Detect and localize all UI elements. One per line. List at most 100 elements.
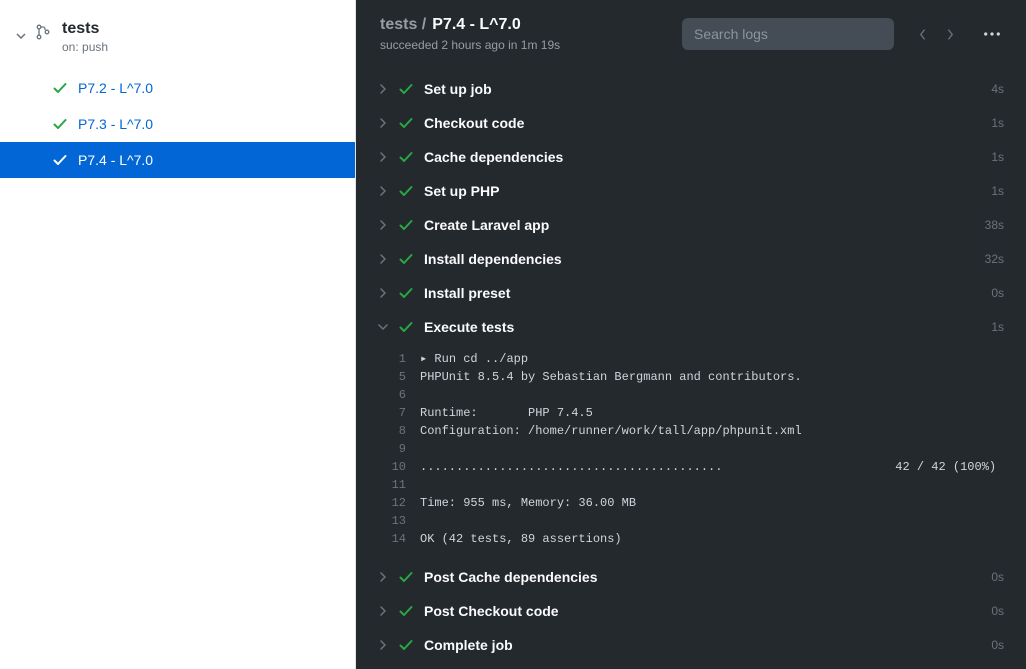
step-label: Install preset — [424, 285, 981, 301]
step-duration: 32s — [985, 252, 1004, 266]
chevron-right-icon — [378, 220, 388, 230]
workflow-trigger: on: push — [62, 40, 108, 54]
step-label: Cache dependencies — [424, 149, 981, 165]
status-text: succeeded 2 hours ago in 1m 19s — [380, 38, 560, 52]
log-line-text: ........................................… — [420, 458, 996, 476]
log-line-number: 6 — [378, 386, 420, 404]
step-duration: 1s — [991, 320, 1004, 334]
chevron-right-icon — [378, 254, 388, 264]
step-row[interactable]: Complete job 0s — [378, 628, 1004, 662]
next-match-button[interactable] — [938, 22, 962, 46]
step-label: Post Checkout code — [424, 603, 981, 619]
prev-match-button[interactable] — [910, 22, 934, 46]
main-panel: tests / P7.4 - L^7.0 succeeded 2 hours a… — [356, 0, 1026, 669]
step-label: Set up PHP — [424, 183, 981, 199]
step-row[interactable]: Execute tests 1s — [378, 310, 1004, 344]
log-line: 1▸ Run cd ../app — [378, 350, 1004, 368]
step-label: Checkout code — [424, 115, 981, 131]
check-icon — [398, 251, 414, 267]
log-line-number: 8 — [378, 422, 420, 440]
step-row[interactable]: Post Cache dependencies0s — [378, 560, 1004, 594]
log-line-number: 14 — [378, 530, 420, 548]
step-label: Set up job — [424, 81, 981, 97]
sidebar-job-2[interactable]: P7.4 - L^7.0 — [0, 142, 355, 178]
log-line: 11 — [378, 476, 1004, 494]
chevron-down-icon — [378, 324, 388, 330]
check-icon — [398, 217, 414, 233]
check-icon — [52, 152, 68, 168]
log-line: 7Runtime: PHP 7.4.5 — [378, 404, 1004, 422]
search-input[interactable] — [682, 18, 894, 50]
log-line-number: 10 — [378, 458, 420, 476]
step-duration: 4s — [991, 82, 1004, 96]
step-row[interactable]: Set up PHP 1s — [378, 174, 1004, 208]
sidebar-job-1[interactable]: P7.3 - L^7.0 — [0, 106, 355, 142]
log-line: 13 — [378, 512, 1004, 530]
breadcrumb-current: P7.4 - L^7.0 — [432, 16, 521, 34]
log-line-text: Time: 955 ms, Memory: 36.00 MB — [420, 494, 636, 512]
log-line-text: Runtime: PHP 7.4.5 — [420, 404, 593, 422]
step-label: Execute tests — [424, 319, 981, 335]
step-duration: 1s — [991, 184, 1004, 198]
step-duration: 1s — [991, 150, 1004, 164]
chevron-down-icon[interactable] — [16, 26, 26, 36]
kebab-menu-button[interactable] — [978, 20, 1006, 48]
check-icon — [398, 115, 414, 131]
log-output: 1▸ Run cd ../app5PHPUnit 8.5.4 by Sebast… — [378, 344, 1004, 560]
step-row[interactable]: Set up job 4s — [378, 72, 1004, 106]
log-line-number: 1 — [378, 350, 420, 368]
log-line: 8Configuration: /home/runner/work/tall/a… — [378, 422, 1004, 440]
log-line-text: Configuration: /home/runner/work/tall/ap… — [420, 422, 802, 440]
chevron-right-icon — [378, 186, 388, 196]
workflow-name: tests — [62, 20, 108, 38]
step-row[interactable]: Cache dependencies 1s — [378, 140, 1004, 174]
log-line-text: PHPUnit 8.5.4 by Sebastian Bergmann and … — [420, 368, 802, 386]
topbar: tests / P7.4 - L^7.0 succeeded 2 hours a… — [356, 0, 1026, 72]
step-duration: 0s — [991, 604, 1004, 618]
step-label: Install dependencies — [424, 251, 975, 267]
log-line-number: 5 — [378, 368, 420, 386]
check-icon — [398, 149, 414, 165]
step-duration: 0s — [991, 570, 1004, 584]
step-label: Create Laravel app — [424, 217, 975, 233]
step-duration: 0s — [991, 638, 1004, 652]
step-label: Complete job — [424, 637, 981, 653]
check-icon — [52, 116, 68, 132]
log-line: 6 — [378, 386, 1004, 404]
log-line: 5PHPUnit 8.5.4 by Sebastian Bergmann and… — [378, 368, 1004, 386]
step-row[interactable]: Post Checkout code 0s — [378, 594, 1004, 628]
log-line-number: 13 — [378, 512, 420, 530]
step-row[interactable]: Install dependencies 32s — [378, 242, 1004, 276]
step-duration: 38s — [985, 218, 1004, 232]
check-icon — [398, 637, 414, 653]
check-icon — [398, 183, 414, 199]
workflow-header: tests on: push — [0, 0, 355, 66]
log-line: 9 — [378, 440, 1004, 458]
chevron-right-icon — [378, 606, 388, 616]
chevron-right-icon — [378, 572, 388, 582]
steps-list: Set up job4sCheckout code1sCache depende… — [356, 72, 1026, 669]
breadcrumb-parent[interactable]: tests / — [380, 16, 426, 34]
chevron-right-icon — [378, 288, 388, 298]
check-icon — [398, 285, 414, 301]
job-list: P7.2 - L^7.0 P7.3 - L^7.0 P7.4 - L^7.0 — [0, 66, 355, 178]
chevron-right-icon — [378, 84, 388, 94]
step-duration: 0s — [991, 286, 1004, 300]
log-line-text: ▸ Run cd ../app — [420, 350, 528, 368]
sidebar: tests on: push P7.2 - L^7.0 P7.3 - L^7.0… — [0, 0, 356, 669]
chevron-right-icon — [378, 640, 388, 650]
step-row[interactable]: Create Laravel app 38s — [378, 208, 1004, 242]
sidebar-job-0[interactable]: P7.2 - L^7.0 — [0, 70, 355, 106]
workflow-icon — [36, 24, 52, 40]
log-line: 14OK (42 tests, 89 assertions) — [378, 530, 1004, 548]
log-line: 12Time: 955 ms, Memory: 36.00 MB — [378, 494, 1004, 512]
check-icon — [398, 569, 414, 585]
step-duration: 1s — [991, 116, 1004, 130]
sidebar-job-label: P7.2 - L^7.0 — [78, 80, 153, 96]
log-line: 10......................................… — [378, 458, 1004, 476]
step-row[interactable]: Install preset 0s — [378, 276, 1004, 310]
step-row[interactable]: Checkout code 1s — [378, 106, 1004, 140]
check-icon — [398, 81, 414, 97]
chevron-right-icon — [378, 152, 388, 162]
sidebar-job-label: P7.3 - L^7.0 — [78, 116, 153, 132]
